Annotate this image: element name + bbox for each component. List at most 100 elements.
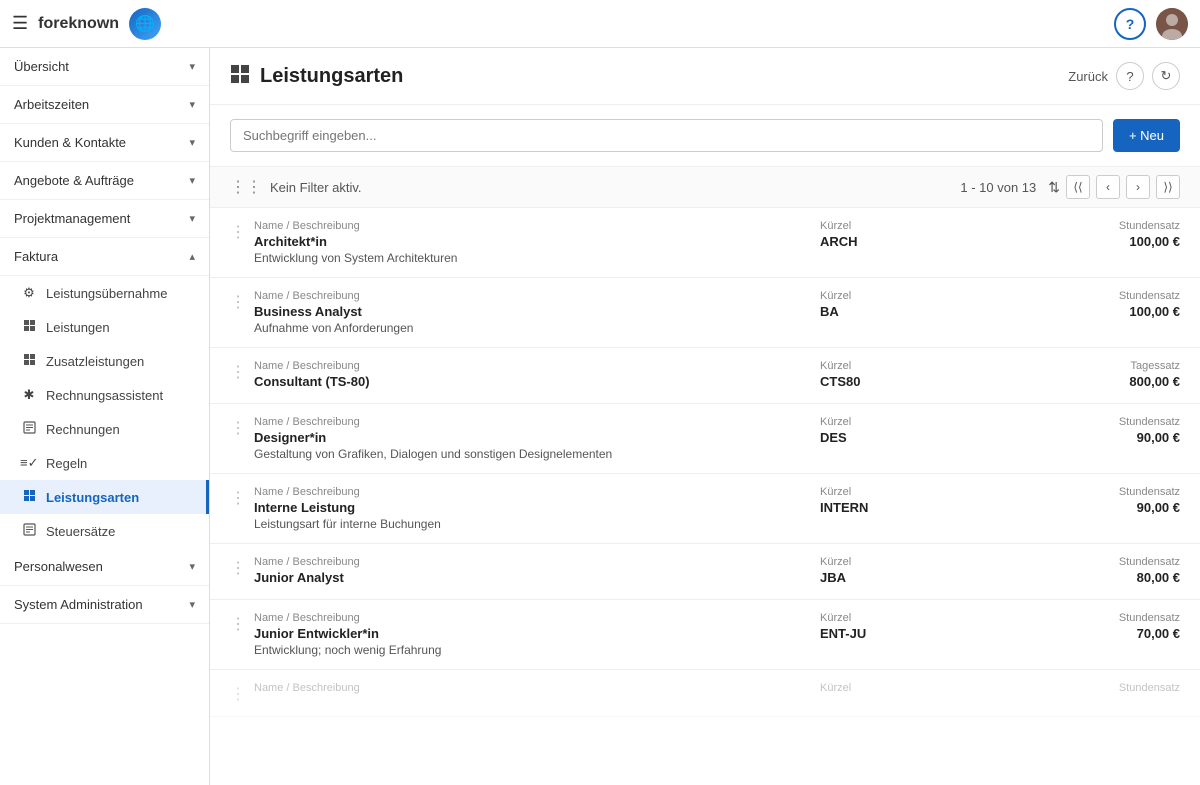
col-satz: Stundensatz 100,00 € (1000, 290, 1180, 319)
name-label: Name / Beschreibung (254, 220, 820, 232)
satz-label: Stundensatz (1000, 220, 1180, 232)
row-description: Entwicklung; noch wenig Erfahrung (254, 643, 820, 657)
row-menu-icon[interactable]: ⋮ (230, 682, 254, 704)
sidebar-subitem-leistungsubernahme[interactable]: ⚙ Leistungsübernahme (0, 276, 209, 310)
table-row[interactable]: ⋮ Name / Beschreibung Business Analyst A… (210, 278, 1200, 348)
refresh-icon-button[interactable]: ↻ (1152, 62, 1180, 90)
avatar[interactable] (1156, 8, 1188, 40)
col-satz: Stundensatz (1000, 682, 1180, 696)
sidebar-item-ubersicht[interactable]: Übersicht ▾ (0, 48, 209, 86)
sidebar-item-kunden[interactable]: Kunden & Kontakte ▾ (0, 124, 209, 162)
search-input[interactable] (230, 119, 1103, 152)
satz-label: Stundensatz (1000, 290, 1180, 302)
sidebar-item-arbeitszeiten[interactable]: Arbeitszeiten ▾ (0, 86, 209, 124)
row-menu-icon[interactable]: ⋮ (230, 290, 254, 312)
sidebar-item-label: Personalwesen (14, 559, 103, 574)
page-prev-button[interactable]: ‹ (1096, 175, 1120, 199)
table-row[interactable]: ⋮ Name / Beschreibung Architekt*in Entwi… (210, 208, 1200, 278)
sidebar-item-label: Arbeitszeiten (14, 97, 89, 112)
row-name: Business Analyst (254, 304, 820, 319)
table-row[interactable]: ⋮ Name / Beschreibung Junior Entwickler*… (210, 600, 1200, 670)
row-kurzel: DES (820, 430, 1000, 445)
chevron-down-icon: ▾ (189, 60, 195, 73)
satz-label: Stundensatz (1000, 612, 1180, 624)
chevron-down-icon: ▾ (189, 560, 195, 573)
table-row[interactable]: ⋮ Name / Beschreibung Junior Analyst Kür… (210, 544, 1200, 600)
col-name: Name / Beschreibung Designer*in Gestaltu… (254, 416, 820, 461)
page-next-button[interactable]: › (1126, 175, 1150, 199)
row-satz: 100,00 € (1000, 304, 1180, 319)
row-name: Interne Leistung (254, 500, 820, 515)
col-name: Name / Beschreibung Interne Leistung Lei… (254, 486, 820, 531)
filter-left: ⋮⋮ Kein Filter aktiv. (230, 177, 362, 197)
sidebar-item-faktura[interactable]: Faktura ▴ (0, 238, 209, 276)
sidebar-subitem-zusatzleistungen[interactable]: Zusatzleistungen (0, 344, 209, 378)
app-logo: 🌐 (129, 8, 161, 40)
sidebar-item-label: Faktura (14, 249, 58, 264)
name-label: Name / Beschreibung (254, 290, 820, 302)
name-label: Name / Beschreibung (254, 682, 820, 694)
col-satz: Stundensatz 80,00 € (1000, 556, 1180, 585)
help-button[interactable]: ? (1114, 8, 1146, 40)
row-name: Architekt*in (254, 234, 820, 249)
sidebar-subitem-label: Steuersätze (46, 524, 115, 539)
row-content: Name / Beschreibung Designer*in Gestaltu… (254, 416, 1180, 461)
table-row[interactable]: ⋮ Name / Beschreibung Kürzel Stundensatz (210, 670, 1200, 717)
row-menu-icon[interactable]: ⋮ (230, 416, 254, 438)
row-menu-icon[interactable]: ⋮ (230, 220, 254, 242)
sidebar-item-angebote[interactable]: Angebote & Aufträge ▾ (0, 162, 209, 200)
table-icon (20, 319, 38, 335)
sidebar-item-personalwesen[interactable]: Personalwesen ▾ (0, 548, 209, 586)
row-content: Name / Beschreibung Kürzel Stundensatz (254, 682, 1180, 696)
sidebar-subitem-rechnungsassistent[interactable]: ✱ Rechnungsassistent (0, 378, 209, 412)
rules-icon: ≡✓ (20, 455, 38, 471)
back-link[interactable]: Zurück (1068, 69, 1108, 84)
row-satz: 80,00 € (1000, 570, 1180, 585)
sidebar-subitem-rechnungen[interactable]: Rechnungen (0, 412, 209, 446)
sort-icon[interactable]: ⇅ (1048, 179, 1060, 196)
new-button[interactable]: + Neu (1113, 119, 1180, 152)
row-name: Junior Entwickler*in (254, 626, 820, 641)
hamburger-icon[interactable]: ☰ (12, 13, 28, 34)
table-row[interactable]: ⋮ Name / Beschreibung Consultant (TS-80)… (210, 348, 1200, 404)
name-label: Name / Beschreibung (254, 360, 820, 372)
main-layout: Übersicht ▾ Arbeitszeiten ▾ Kunden & Kon… (0, 48, 1200, 785)
chevron-down-icon: ▾ (189, 598, 195, 611)
sidebar-subitem-leistungen[interactable]: Leistungen (0, 310, 209, 344)
page-first-button[interactable]: ⟨⟨ (1066, 175, 1090, 199)
table-row[interactable]: ⋮ Name / Beschreibung Interne Leistung L… (210, 474, 1200, 544)
row-menu-icon[interactable]: ⋮ (230, 612, 254, 634)
sidebar-item-label: Kunden & Kontakte (14, 135, 126, 150)
help-icon-button[interactable]: ? (1116, 62, 1144, 90)
sidebar: Übersicht ▾ Arbeitszeiten ▾ Kunden & Kon… (0, 48, 210, 785)
kurzel-label: Kürzel (820, 556, 1000, 568)
sidebar-item-label: Angebote & Aufträge (14, 173, 134, 188)
sidebar-subitem-regeln[interactable]: ≡✓ Regeln (0, 446, 209, 480)
chevron-down-icon: ▾ (189, 98, 195, 111)
col-satz: Stundensatz 100,00 € (1000, 220, 1180, 249)
kurzel-label: Kürzel (820, 360, 1000, 372)
satz-label: Stundensatz (1000, 416, 1180, 428)
row-menu-icon[interactable]: ⋮ (230, 360, 254, 382)
satz-label: Stundensatz (1000, 682, 1180, 694)
col-kurzel: Kürzel DES (820, 416, 1000, 445)
table-row[interactable]: ⋮ Name / Beschreibung Designer*in Gestal… (210, 404, 1200, 474)
row-menu-icon[interactable]: ⋮ (230, 556, 254, 578)
pagination-info: 1 - 10 von 13 (960, 180, 1036, 195)
col-name: Name / Beschreibung Junior Entwickler*in… (254, 612, 820, 657)
row-content: Name / Beschreibung Junior Analyst Kürze… (254, 556, 1180, 587)
sidebar-subitem-steuersatze[interactable]: Steuersätze (0, 514, 209, 548)
row-satz: 90,00 € (1000, 500, 1180, 515)
col-name: Name / Beschreibung Consultant (TS-80) (254, 360, 820, 391)
row-menu-icon[interactable]: ⋮ (230, 486, 254, 508)
col-kurzel: Kürzel JBA (820, 556, 1000, 585)
page-last-button[interactable]: ⟩⟩ (1156, 175, 1180, 199)
gear-icon: ⚙ (20, 285, 38, 301)
filter-dots-icon[interactable]: ⋮⋮ (230, 177, 262, 197)
kurzel-label: Kürzel (820, 290, 1000, 302)
filter-bar: ⋮⋮ Kein Filter aktiv. 1 - 10 von 13 ⇅ ⟨⟨… (210, 167, 1200, 208)
sidebar-item-system-admin[interactable]: System Administration ▾ (0, 586, 209, 624)
row-name: Designer*in (254, 430, 820, 445)
sidebar-subitem-leistungsarten[interactable]: Leistungsarten (0, 480, 209, 514)
sidebar-item-projektmanagement[interactable]: Projektmanagement ▾ (0, 200, 209, 238)
